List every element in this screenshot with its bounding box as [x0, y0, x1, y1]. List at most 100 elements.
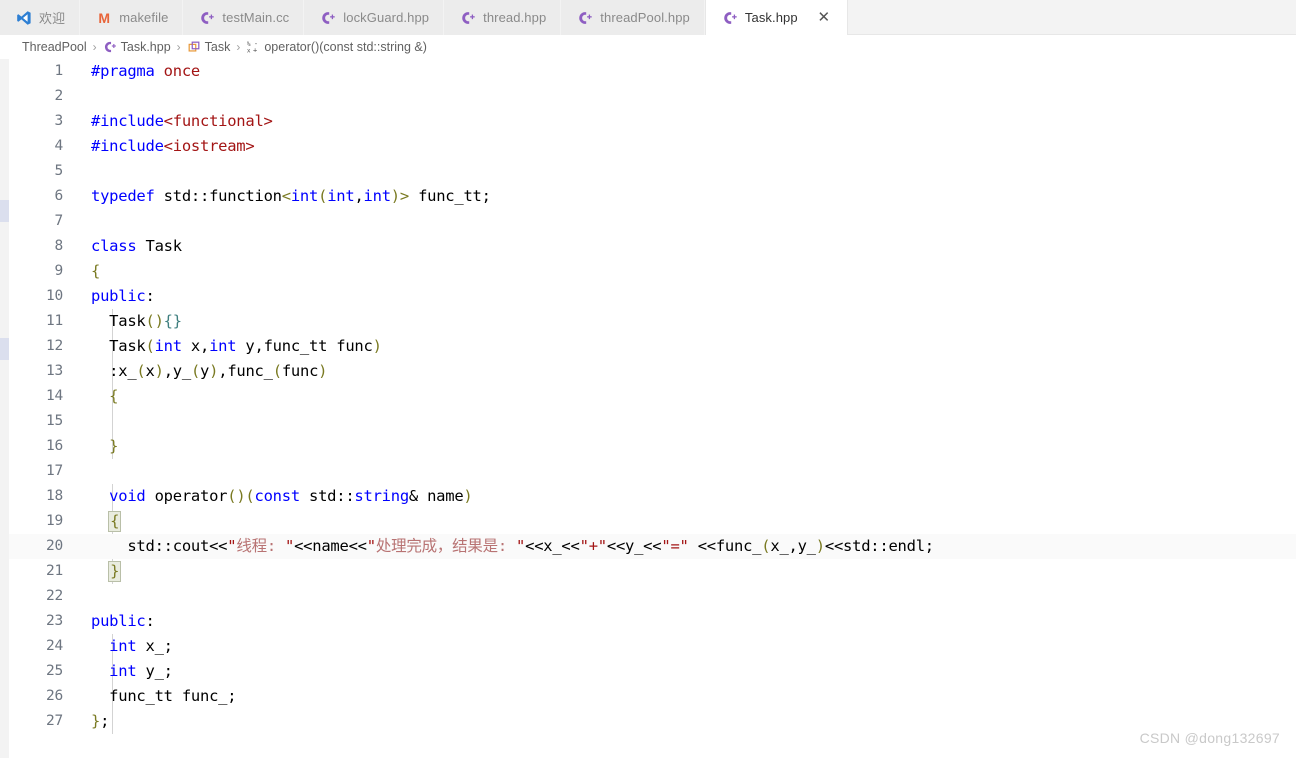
- overview-ruler-mark: [0, 200, 9, 222]
- line-content: void operator()(const std::string& name): [109, 487, 473, 505]
- code-line[interactable]: 5: [9, 159, 1296, 184]
- line-number: 6: [54, 188, 63, 204]
- class-symbol-icon: [187, 40, 201, 54]
- breadcrumb-item-task-class[interactable]: Task: [187, 40, 230, 54]
- tab-lockguard-hpp[interactable]: lockGuard.hpp: [304, 0, 445, 35]
- line-number: 24: [45, 638, 63, 654]
- code-line[interactable]: 4 #include<iostream>: [9, 134, 1296, 159]
- line-content: public:: [91, 287, 155, 305]
- line-content: :x_(x),y_(y),func_(func): [91, 362, 328, 380]
- line-content: int x_;: [109, 637, 173, 655]
- line-content: class Task: [91, 237, 182, 255]
- line-content: Task(){}: [91, 312, 182, 330]
- code-line[interactable]: 22: [9, 584, 1296, 609]
- code-line[interactable]: 3 #include<functional>: [9, 109, 1296, 134]
- code-line[interactable]: 13 :x_(x),y_(y),func_(func): [9, 359, 1296, 384]
- line-number: 26: [45, 688, 63, 704]
- svg-text:+: +: [253, 46, 257, 54]
- code-line-current[interactable]: 20 std::cout<<"线程: "<<name<<"处理完成，结果是: "…: [9, 534, 1296, 559]
- code-line[interactable]: 9 {: [9, 259, 1296, 284]
- breadcrumb-item-task-hpp[interactable]: Task.hpp: [103, 40, 171, 54]
- line-content: };: [91, 712, 110, 730]
- code-line[interactable]: 23 public:: [9, 609, 1296, 634]
- tab-makefile[interactable]: M makefile: [80, 0, 184, 35]
- breadcrumb-separator: ›: [176, 40, 181, 54]
- line-number: 18: [45, 488, 63, 504]
- tab-label: lockGuard.hpp: [343, 10, 430, 25]
- line-number: 20: [45, 538, 63, 554]
- code-line[interactable]: 21 }: [9, 559, 1296, 584]
- cpp-file-icon: [722, 10, 738, 26]
- operator-symbol-icon: % x - +: [246, 40, 260, 54]
- breadcrumb-label: ThreadPool: [22, 40, 87, 54]
- tab-label: Task.hpp: [744, 10, 798, 25]
- cpp-file-icon: [103, 40, 117, 54]
- cpp-file-icon: [577, 10, 593, 26]
- tab-task-hpp[interactable]: Task.hpp ✕: [704, 0, 848, 35]
- code-line[interactable]: 12 Task(int x,int y,func_tt func): [9, 334, 1296, 359]
- tab-label: makefile: [119, 10, 169, 25]
- code-line[interactable]: 10 public:: [9, 284, 1296, 309]
- line-number: 23: [45, 613, 63, 629]
- line-number: 17: [45, 463, 63, 479]
- line-number: 1: [54, 63, 63, 79]
- line-number: 5: [54, 163, 63, 179]
- code-line[interactable]: 2: [9, 84, 1296, 109]
- code-line[interactable]: 6 typedef std::function<int(int,int)> fu…: [9, 184, 1296, 209]
- line-number: 3: [54, 113, 63, 129]
- breadcrumb: ThreadPool › Task.hpp › Task › % x - + o…: [0, 35, 1296, 59]
- line-content: #pragma once: [91, 62, 200, 80]
- tab-label: thread.hpp: [483, 10, 547, 25]
- tab-label: testMain.cc: [222, 10, 290, 25]
- watermark: CSDN @dong132697: [1139, 730, 1280, 746]
- vscode-logo-icon: [16, 10, 32, 26]
- code-line[interactable]: 24 int x_;: [9, 634, 1296, 659]
- tab-welcome[interactable]: 欢迎: [0, 0, 81, 35]
- code-line[interactable]: 26 func_tt func_;: [9, 684, 1296, 709]
- code-line[interactable]: 25 int y_;: [9, 659, 1296, 684]
- code-line[interactable]: 27 };: [9, 709, 1296, 734]
- cpp-file-icon: [460, 10, 476, 26]
- breadcrumb-item-operator[interactable]: % x - + operator()(const std::string &): [246, 40, 427, 54]
- close-icon[interactable]: ✕: [815, 9, 833, 27]
- code-content[interactable]: 1 #pragma once 2 3 #include<functional> …: [9, 59, 1296, 758]
- code-line[interactable]: 19 {: [9, 509, 1296, 534]
- code-line[interactable]: 11 Task(){}: [9, 309, 1296, 334]
- line-number: 2: [54, 88, 63, 104]
- line-content: typedef std::function<int(int,int)> func…: [91, 187, 491, 205]
- line-content: {: [108, 511, 122, 532]
- breadcrumb-item-threadpool[interactable]: ThreadPool: [22, 40, 87, 54]
- tab-threadpool-hpp[interactable]: threadPool.hpp: [561, 0, 705, 35]
- line-content: {: [109, 387, 119, 405]
- line-content: func_tt func_;: [91, 687, 237, 705]
- line-content: #include<iostream>: [91, 137, 255, 155]
- code-line[interactable]: 18 void operator()(const std::string& na…: [9, 484, 1296, 509]
- editor-tab-bar: 欢迎 M makefile testMain.cc lockGuard.hpp: [0, 0, 1296, 35]
- line-number: 22: [45, 588, 63, 604]
- tab-testmain-cc[interactable]: testMain.cc: [183, 0, 305, 35]
- code-line[interactable]: 14 {: [9, 384, 1296, 409]
- line-number: 14: [45, 388, 63, 404]
- code-line[interactable]: 15: [9, 409, 1296, 434]
- line-number: 11: [45, 313, 63, 329]
- line-number: 10: [45, 288, 63, 304]
- line-content: }: [109, 437, 119, 455]
- line-number: 9: [54, 263, 63, 279]
- code-editor[interactable]: 1 #pragma once 2 3 #include<functional> …: [0, 59, 1296, 758]
- code-line[interactable]: 7: [9, 209, 1296, 234]
- breadcrumb-separator: ›: [92, 40, 97, 54]
- breadcrumb-label: Task.hpp: [120, 40, 171, 54]
- code-line[interactable]: 8 class Task: [9, 234, 1296, 259]
- code-line[interactable]: 1 #pragma once: [9, 59, 1296, 84]
- overview-ruler[interactable]: [0, 59, 9, 758]
- line-number: 15: [45, 413, 63, 429]
- line-content: public:: [91, 612, 155, 630]
- line-content: {: [91, 262, 101, 280]
- tab-thread-hpp[interactable]: thread.hpp: [444, 0, 562, 35]
- code-line[interactable]: 16 }: [9, 434, 1296, 459]
- line-number: 4: [54, 138, 63, 154]
- code-line[interactable]: 17: [9, 459, 1296, 484]
- breadcrumb-label: operator()(const std::string &): [264, 40, 427, 54]
- svg-text:x: x: [247, 47, 251, 54]
- cpp-file-icon: [320, 10, 336, 26]
